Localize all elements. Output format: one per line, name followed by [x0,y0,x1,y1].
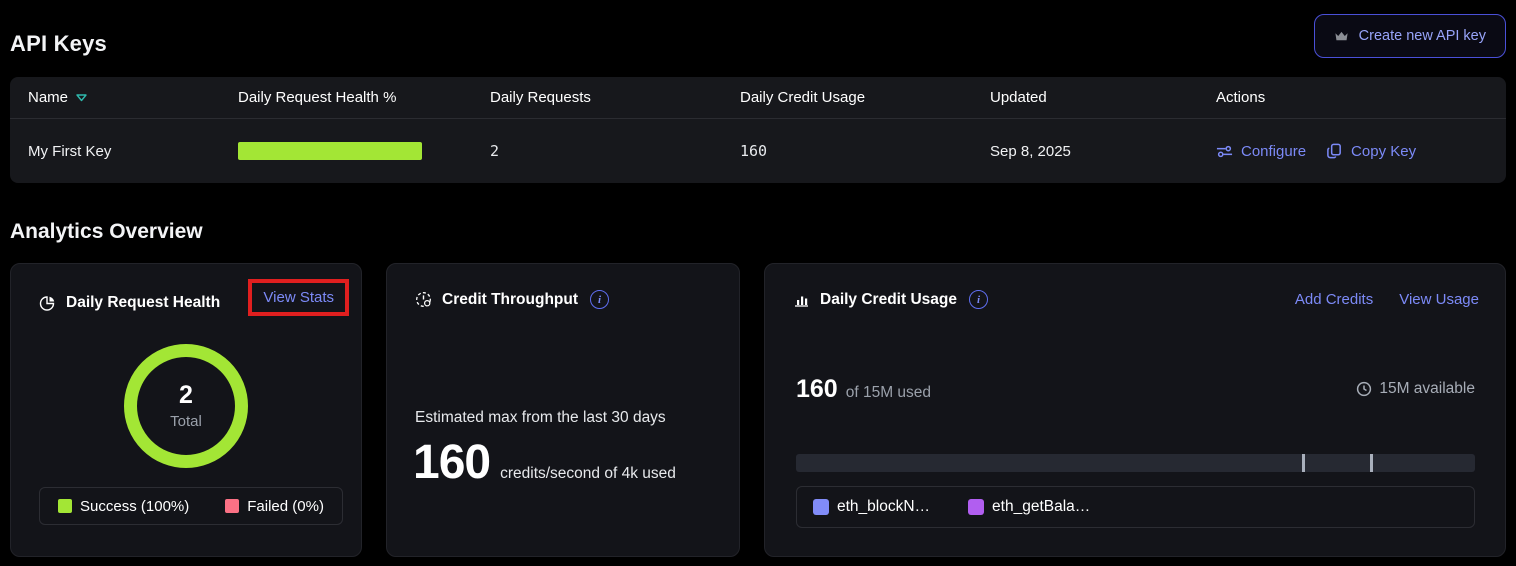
column-header-credit-usage: Daily Credit Usage [740,89,990,106]
info-icon[interactable]: i [590,290,609,309]
configure-link[interactable]: Configure [1216,143,1306,160]
throughput-subtitle: Estimated max from the last 30 days [415,409,739,427]
row-actions: Configure Copy Key [1216,143,1506,160]
copy-icon [1326,143,1343,160]
info-icon[interactable]: i [969,290,988,309]
usage-bar-marker [1302,454,1305,472]
credit-usage-legend: eth_blockN… eth_getBala… [796,486,1475,528]
updated-value: Sep 8, 2025 [990,143,1216,160]
clock-icon [1356,381,1372,397]
throughput-value: 160 [413,435,490,490]
api-keys-table: Name Daily Request Health % Daily Reques… [10,77,1506,183]
create-api-key-label: Create new API key [1359,28,1486,44]
throughput-card-header: Credit Throughput i [387,264,739,309]
daily-credit-usage-value: 160 [740,142,990,160]
credits-used-label: of 15M used [846,384,931,402]
donut-total-value: 2 [179,382,193,410]
daily-requests-value: 2 [490,142,740,160]
api-key-name: My First Key [28,143,238,160]
credits-available-label: 15M available [1379,380,1475,398]
bar-chart-icon [793,291,810,308]
health-bar [238,142,422,160]
sort-descending-icon [76,94,87,102]
legend-item-eth-getbalance: eth_getBala… [968,498,1090,516]
column-header-requests: Daily Requests [490,89,740,106]
gauge-icon [415,291,432,308]
sliders-icon [1216,143,1233,160]
dashboard-page: API Keys Create new API key Name Daily R… [0,0,1516,566]
column-header-actions: Actions [1216,89,1506,106]
daily-credit-usage-card: Daily Credit Usage i Add Credits View Us… [764,263,1506,557]
failed-swatch [225,499,239,513]
view-stats-link[interactable]: View Stats [263,289,334,306]
health-card-header: Daily Request Health View Stats [11,264,361,316]
annotation-view-stats-highlight: View Stats [248,279,349,316]
usage-legend-swatch [813,499,829,515]
add-credits-link[interactable]: Add Credits [1295,291,1373,308]
credit-throughput-card: Credit Throughput i Estimated max from t… [386,263,740,557]
view-usage-link[interactable]: View Usage [1399,291,1479,308]
request-health-donut-chart: 2 Total [124,344,248,468]
credits-used-value: 160 [796,375,838,404]
daily-request-health-card: Daily Request Health View Stats 2 Total … [10,263,362,557]
usage-legend-swatch [968,499,984,515]
create-api-key-button[interactable]: Create new API key [1314,14,1506,58]
column-header-name[interactable]: Name [28,89,238,106]
usage-bar-marker [1370,454,1373,472]
success-swatch [58,499,72,513]
top-bar: API Keys Create new API key [10,0,1506,58]
table-header-row: Name Daily Request Health % Daily Reques… [10,77,1506,119]
analytics-cards: Daily Request Health View Stats 2 Total … [10,263,1506,557]
throughput-unit: credits/second of 4k used [500,465,676,483]
donut-total-label: Total [170,413,202,430]
page-title: API Keys [10,31,107,57]
column-header-health: Daily Request Health % [238,89,490,106]
health-card-title: Daily Request Health [66,294,220,312]
credit-usage-progress-bar [796,454,1475,472]
crown-icon [1334,29,1349,44]
table-row: My First Key 2 160 Sep 8, 2025 Configure [10,119,1506,183]
credit-usage-card-header: Daily Credit Usage i Add Credits View Us… [765,264,1505,309]
analytics-overview-title: Analytics Overview [10,220,1506,244]
legend-item-success: Success (100%) [58,498,189,515]
pie-chart-icon [39,295,56,312]
legend-item-eth-blocknumber: eth_blockN… [813,498,930,516]
throughput-card-title: Credit Throughput [442,291,578,309]
legend-item-failed: Failed (0%) [225,498,324,515]
health-legend: Success (100%) Failed (0%) [39,487,343,525]
credits-available: 15M available [1356,380,1475,398]
copy-key-link[interactable]: Copy Key [1326,143,1416,160]
health-bar-fill [238,142,422,160]
column-header-updated: Updated [990,89,1216,106]
credit-usage-card-title: Daily Credit Usage [820,291,957,309]
